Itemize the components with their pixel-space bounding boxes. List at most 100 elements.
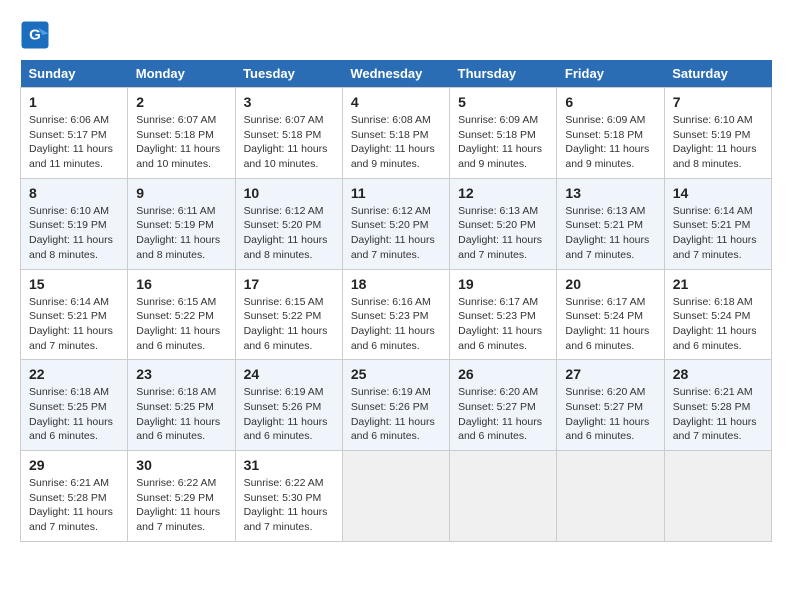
day-number: 15: [29, 276, 119, 292]
day-number: 28: [673, 366, 763, 382]
day-info: Sunrise: 6:10 AMSunset: 5:19 PMDaylight:…: [673, 113, 763, 172]
day-info: Sunrise: 6:18 AMSunset: 5:24 PMDaylight:…: [673, 295, 763, 354]
calendar-cell: 9 Sunrise: 6:11 AMSunset: 5:19 PMDaylight…: [128, 178, 235, 269]
day-number: 9: [136, 185, 226, 201]
day-number: 16: [136, 276, 226, 292]
calendar-cell: 19 Sunrise: 6:17 AMSunset: 5:23 PMDayligh…: [450, 269, 557, 360]
day-number: 29: [29, 457, 119, 473]
day-header-saturday: Saturday: [664, 60, 771, 88]
calendar-cell: 4 Sunrise: 6:08 AMSunset: 5:18 PMDaylight…: [342, 88, 449, 179]
day-number: 5: [458, 94, 548, 110]
day-number: 31: [244, 457, 334, 473]
day-info: Sunrise: 6:17 AMSunset: 5:23 PMDaylight:…: [458, 295, 548, 354]
page-header: G: [20, 20, 772, 50]
calendar-cell: 2Sunrise: 6:07 AMSunset: 5:18 PMDaylight…: [128, 88, 235, 179]
calendar-week-row: 15 Sunrise: 6:14 AMSunset: 5:21 PMDayligh…: [21, 269, 772, 360]
day-info: Sunrise: 6:07 AMSunset: 5:18 PMDaylight:…: [136, 113, 226, 172]
day-number: 20: [565, 276, 655, 292]
day-info: Sunrise: 6:18 AMSunset: 5:25 PMDaylight:…: [29, 385, 119, 444]
day-number: 17: [244, 276, 334, 292]
day-number: 19: [458, 276, 548, 292]
calendar-table: SundayMondayTuesdayWednesdayThursdayFrid…: [20, 60, 772, 542]
day-info: Sunrise: 6:19 AMSunset: 5:26 PMDaylight:…: [244, 385, 334, 444]
logo-icon: G: [20, 20, 50, 50]
day-number: 13: [565, 185, 655, 201]
day-info: Sunrise: 6:18 AMSunset: 5:25 PMDaylight:…: [136, 385, 226, 444]
calendar-cell: [557, 451, 664, 542]
calendar-cell: 7 Sunrise: 6:10 AMSunset: 5:19 PMDaylight…: [664, 88, 771, 179]
calendar-week-row: 22 Sunrise: 6:18 AMSunset: 5:25 PMDayligh…: [21, 360, 772, 451]
day-number: 1: [29, 94, 119, 110]
day-number: 25: [351, 366, 441, 382]
day-header-friday: Friday: [557, 60, 664, 88]
calendar-week-row: 29 Sunrise: 6:21 AMSunset: 5:28 PMDayligh…: [21, 451, 772, 542]
day-info: Sunrise: 6:20 AMSunset: 5:27 PMDaylight:…: [458, 385, 548, 444]
day-info: Sunrise: 6:21 AMSunset: 5:28 PMDaylight:…: [29, 476, 119, 535]
day-info: Sunrise: 6:07 AMSunset: 5:18 PMDaylight:…: [244, 113, 334, 172]
day-number: 23: [136, 366, 226, 382]
day-number: 27: [565, 366, 655, 382]
day-info: Sunrise: 6:13 AMSunset: 5:21 PMDaylight:…: [565, 204, 655, 263]
day-info: Sunrise: 6:15 AMSunset: 5:22 PMDaylight:…: [244, 295, 334, 354]
calendar-cell: 29 Sunrise: 6:21 AMSunset: 5:28 PMDayligh…: [21, 451, 128, 542]
day-header-tuesday: Tuesday: [235, 60, 342, 88]
day-info: Sunrise: 6:06 AMSunset: 5:17 PMDaylight:…: [29, 113, 119, 172]
day-info: Sunrise: 6:08 AMSunset: 5:18 PMDaylight:…: [351, 113, 441, 172]
calendar-cell: 5 Sunrise: 6:09 AMSunset: 5:18 PMDaylight…: [450, 88, 557, 179]
day-number: 12: [458, 185, 548, 201]
day-header-wednesday: Wednesday: [342, 60, 449, 88]
calendar-header-row: SundayMondayTuesdayWednesdayThursdayFrid…: [21, 60, 772, 88]
calendar-cell: 14Sunrise: 6:14 AMSunset: 5:21 PMDayligh…: [664, 178, 771, 269]
calendar-cell: 6 Sunrise: 6:09 AMSunset: 5:18 PMDaylight…: [557, 88, 664, 179]
day-number: 14: [673, 185, 763, 201]
calendar-cell: 10Sunrise: 6:12 AMSunset: 5:20 PMDayligh…: [235, 178, 342, 269]
day-info: Sunrise: 6:21 AMSunset: 5:28 PMDaylight:…: [673, 385, 763, 444]
logo: G: [20, 20, 54, 50]
day-number: 11: [351, 185, 441, 201]
calendar-week-row: 8Sunrise: 6:10 AMSunset: 5:19 PMDaylight…: [21, 178, 772, 269]
calendar-week-row: 1 Sunrise: 6:06 AMSunset: 5:17 PMDaylight…: [21, 88, 772, 179]
calendar-cell: 11 Sunrise: 6:12 AMSunset: 5:20 PMDayligh…: [342, 178, 449, 269]
day-info: Sunrise: 6:14 AMSunset: 5:21 PMDaylight:…: [29, 295, 119, 354]
calendar-cell: [664, 451, 771, 542]
calendar-cell: 13 Sunrise: 6:13 AMSunset: 5:21 PMDayligh…: [557, 178, 664, 269]
day-number: 6: [565, 94, 655, 110]
day-header-monday: Monday: [128, 60, 235, 88]
day-info: Sunrise: 6:11 AMSunset: 5:19 PMDaylight:…: [136, 204, 226, 263]
day-info: Sunrise: 6:22 AMSunset: 5:30 PMDaylight:…: [244, 476, 334, 535]
calendar-cell: 26 Sunrise: 6:20 AMSunset: 5:27 PMDayligh…: [450, 360, 557, 451]
calendar-cell: 12Sunrise: 6:13 AMSunset: 5:20 PMDayligh…: [450, 178, 557, 269]
calendar-cell: 3 Sunrise: 6:07 AMSunset: 5:18 PMDaylight…: [235, 88, 342, 179]
calendar-cell: 25 Sunrise: 6:19 AMSunset: 5:26 PMDayligh…: [342, 360, 449, 451]
calendar-cell: 20 Sunrise: 6:17 AMSunset: 5:24 PMDayligh…: [557, 269, 664, 360]
calendar-cell: 18Sunrise: 6:16 AMSunset: 5:23 PMDayligh…: [342, 269, 449, 360]
day-number: 7: [673, 94, 763, 110]
day-number: 22: [29, 366, 119, 382]
calendar-cell: 22 Sunrise: 6:18 AMSunset: 5:25 PMDayligh…: [21, 360, 128, 451]
day-info: Sunrise: 6:12 AMSunset: 5:20 PMDaylight:…: [244, 204, 334, 263]
calendar-cell: [450, 451, 557, 542]
calendar-cell: 8Sunrise: 6:10 AMSunset: 5:19 PMDaylight…: [21, 178, 128, 269]
calendar-cell: 1 Sunrise: 6:06 AMSunset: 5:17 PMDaylight…: [21, 88, 128, 179]
calendar-cell: 23 Sunrise: 6:18 AMSunset: 5:25 PMDayligh…: [128, 360, 235, 451]
day-info: Sunrise: 6:17 AMSunset: 5:24 PMDaylight:…: [565, 295, 655, 354]
calendar-cell: 17 Sunrise: 6:15 AMSunset: 5:22 PMDayligh…: [235, 269, 342, 360]
day-info: Sunrise: 6:12 AMSunset: 5:20 PMDaylight:…: [351, 204, 441, 263]
day-number: 24: [244, 366, 334, 382]
day-number: 3: [244, 94, 334, 110]
day-number: 21: [673, 276, 763, 292]
day-info: Sunrise: 6:22 AMSunset: 5:29 PMDaylight:…: [136, 476, 226, 535]
calendar-cell: [342, 451, 449, 542]
day-info: Sunrise: 6:19 AMSunset: 5:26 PMDaylight:…: [351, 385, 441, 444]
day-number: 26: [458, 366, 548, 382]
day-info: Sunrise: 6:09 AMSunset: 5:18 PMDaylight:…: [565, 113, 655, 172]
calendar-cell: 30Sunrise: 6:22 AMSunset: 5:29 PMDayligh…: [128, 451, 235, 542]
calendar-cell: 31 Sunrise: 6:22 AMSunset: 5:30 PMDayligh…: [235, 451, 342, 542]
day-info: Sunrise: 6:10 AMSunset: 5:19 PMDaylight:…: [29, 204, 119, 263]
calendar-cell: 27Sunrise: 6:20 AMSunset: 5:27 PMDayligh…: [557, 360, 664, 451]
day-info: Sunrise: 6:09 AMSunset: 5:18 PMDaylight:…: [458, 113, 548, 172]
calendar-cell: 21 Sunrise: 6:18 AMSunset: 5:24 PMDayligh…: [664, 269, 771, 360]
day-number: 4: [351, 94, 441, 110]
calendar-cell: 15 Sunrise: 6:14 AMSunset: 5:21 PMDayligh…: [21, 269, 128, 360]
day-header-sunday: Sunday: [21, 60, 128, 88]
